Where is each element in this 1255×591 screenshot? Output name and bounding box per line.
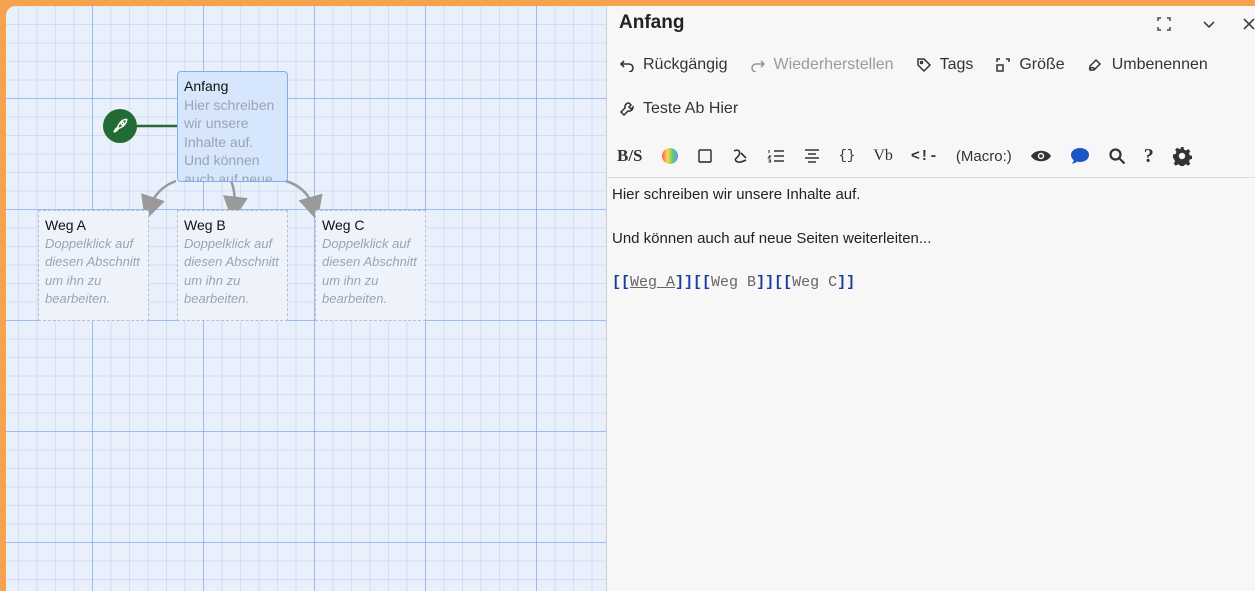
redo-label: Wiederherstellen	[773, 56, 894, 73]
comment-bubble-icon[interactable]	[1070, 142, 1090, 170]
editor-line-1: Hier schreiben wir unsere Inhalte auf.	[612, 186, 861, 203]
passage-card-weg-c[interactable]: Weg C Doppelklick auf diesen Abschnitt u…	[315, 210, 426, 321]
bold-strike-icon[interactable]: B/S	[617, 142, 643, 170]
wrench-icon	[619, 102, 634, 117]
redo-icon	[750, 60, 765, 72]
passage-card-weg-a[interactable]: Weg A Doppelklick auf diesen Abschnitt u…	[38, 210, 149, 321]
app-window: Anfang Hier schreiben wir unsere Inhalte…	[6, 6, 1255, 591]
maximize-icon[interactable]	[1152, 12, 1176, 36]
passage-toolbar-secondary: Teste Ab Hier	[619, 100, 738, 118]
special-chars-icon[interactable]	[731, 142, 749, 170]
link-weg-a: Weg A	[630, 274, 676, 291]
undo-label: Rückgängig	[643, 56, 728, 73]
redo-button[interactable]: Wiederherstellen	[750, 56, 894, 74]
help-icon[interactable]: ?	[1144, 142, 1154, 170]
passage-card-anfang[interactable]: Anfang Hier schreiben wir unsere Inhalte…	[177, 71, 288, 182]
toolbar-divider	[607, 177, 1255, 178]
editor-line-2: Und können auch auf neue Seiten weiterle…	[612, 230, 932, 247]
passage-edit-dialog: Anfang Rückgängig Wiederherstellen Tags	[606, 6, 1255, 591]
color-wheel-icon[interactable]	[661, 142, 679, 170]
link-arrow-weg-b	[223, 180, 248, 222]
undo-button[interactable]: Rückgängig	[619, 56, 728, 74]
collapse-chevron-icon[interactable]	[1197, 12, 1221, 36]
story-map-canvas[interactable]: Anfang Hier schreiben wir unsere Inhalte…	[6, 6, 606, 591]
code-braces-icon[interactable]: {}	[839, 142, 856, 170]
border-box-icon[interactable]	[697, 142, 713, 170]
link-weg-b: Weg B	[711, 274, 757, 291]
comment-icon[interactable]: <!-	[911, 142, 938, 170]
tag-icon	[916, 58, 931, 73]
passage-excerpt: Doppelklick auf diesen Abschnitt um ihn …	[184, 235, 279, 307]
rocket-icon[interactable]	[103, 109, 137, 143]
passage-title: Anfang	[184, 78, 229, 94]
numbered-list-icon[interactable]	[766, 142, 785, 170]
eye-icon[interactable]	[1030, 142, 1052, 170]
passage-title: Weg A	[45, 217, 86, 233]
variable-icon[interactable]: Vb	[873, 142, 893, 170]
rename-label: Umbenennen	[1111, 56, 1208, 73]
tags-button[interactable]: Tags	[916, 56, 974, 74]
resize-icon	[996, 58, 1011, 72]
macro-button[interactable]: (Macro:)	[956, 142, 1012, 170]
rename-icon	[1088, 58, 1101, 71]
story-format-toolbar: B/S {} Vb <!- (Macro:) ?	[617, 142, 1210, 170]
size-label: Größe	[1019, 56, 1065, 73]
link-arrow-weg-a	[141, 179, 177, 221]
passage-title: Weg C	[322, 217, 365, 233]
passage-card-weg-b[interactable]: Weg B Doppelklick auf diesen Abschnitt u…	[177, 210, 288, 321]
passage-excerpt: Doppelklick auf diesen Abschnitt um ihn …	[322, 235, 417, 307]
passage-excerpt: Hier schreiben wir unsere Inhalte auf. U…	[184, 96, 275, 182]
test-from-here-label: Teste Ab Hier	[643, 100, 739, 117]
editor-links-line: [[Weg A]][[Weg B]][[Weg C]]	[612, 274, 856, 291]
test-from-here-button[interactable]: Teste Ab Hier	[619, 100, 738, 118]
dialog-title: Anfang	[619, 12, 685, 33]
tags-label: Tags	[939, 56, 974, 73]
undo-icon	[619, 60, 634, 72]
passage-toolbar: Rückgängig Wiederherstellen Tags Größe U…	[619, 56, 1208, 74]
passage-excerpt: Doppelklick auf diesen Abschnitt um ihn …	[45, 235, 140, 307]
size-button[interactable]: Größe	[995, 56, 1065, 74]
link-weg-c: Weg C	[792, 274, 838, 291]
search-icon[interactable]	[1108, 142, 1126, 170]
close-icon[interactable]	[1237, 12, 1255, 36]
link-arrow-weg-c	[285, 179, 323, 222]
passage-title: Weg B	[184, 217, 226, 233]
passage-text-editor[interactable]: Hier schreiben wir unsere Inhalte auf. U…	[612, 184, 1247, 294]
align-center-icon[interactable]	[803, 142, 821, 170]
gear-icon[interactable]	[1172, 142, 1192, 170]
rename-button[interactable]: Umbenennen	[1087, 56, 1208, 74]
